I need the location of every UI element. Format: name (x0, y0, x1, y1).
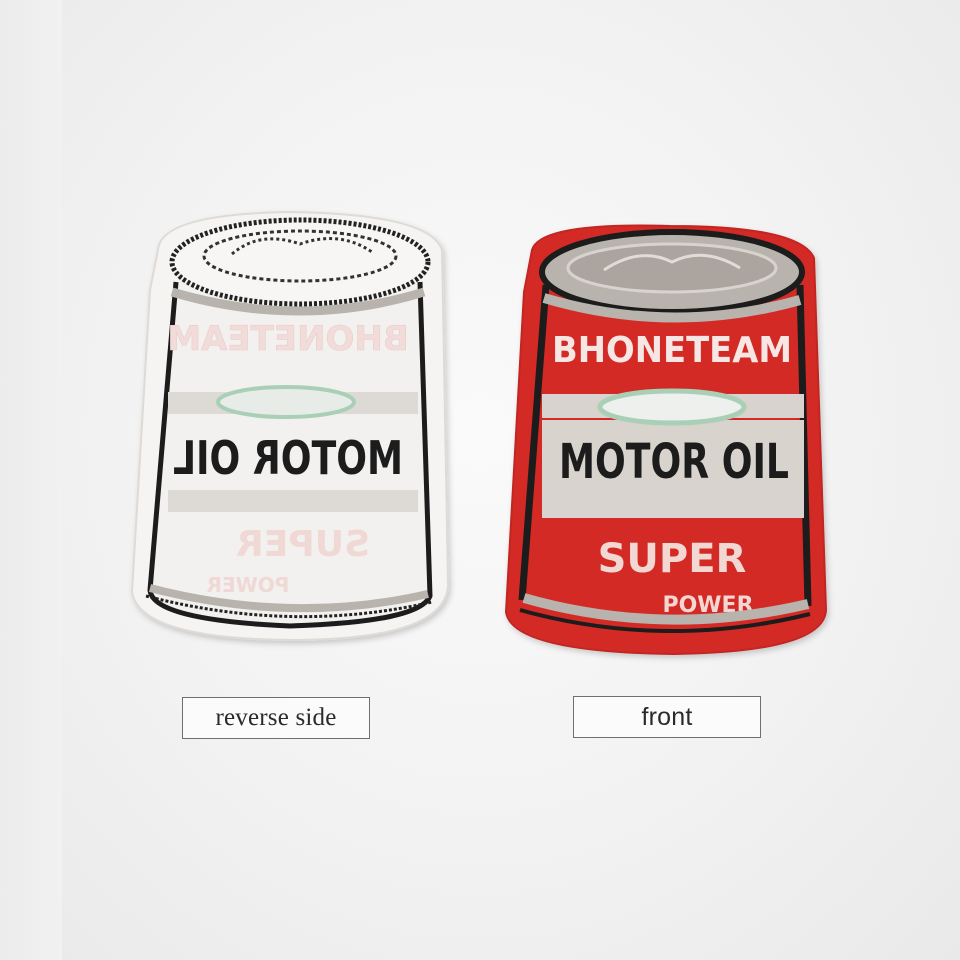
patches-photo: BHONETEAM MOTOR OIL SUPER POWER BHONETEA… (130, 210, 828, 656)
front-label: front (573, 696, 761, 738)
reverse-side-label: reverse side (182, 697, 370, 739)
front-super-text: SUPER (598, 536, 747, 582)
front-patch: BHONETEAM MOTOR OIL SUPER POWER (504, 224, 828, 656)
front-title-text: MOTOR OIL (559, 434, 789, 490)
reverse-power-text: POWER (207, 573, 290, 597)
reverse-brand-text: BHONETEAM (167, 319, 409, 359)
reverse-super-text: SUPER (236, 524, 370, 565)
reverse-title-text: MOTOR OIL (173, 431, 403, 485)
reverse-side-patch: BHONETEAM MOTOR OIL SUPER POWER (130, 210, 450, 642)
front-brand-text: BHONETEAM (552, 330, 792, 371)
